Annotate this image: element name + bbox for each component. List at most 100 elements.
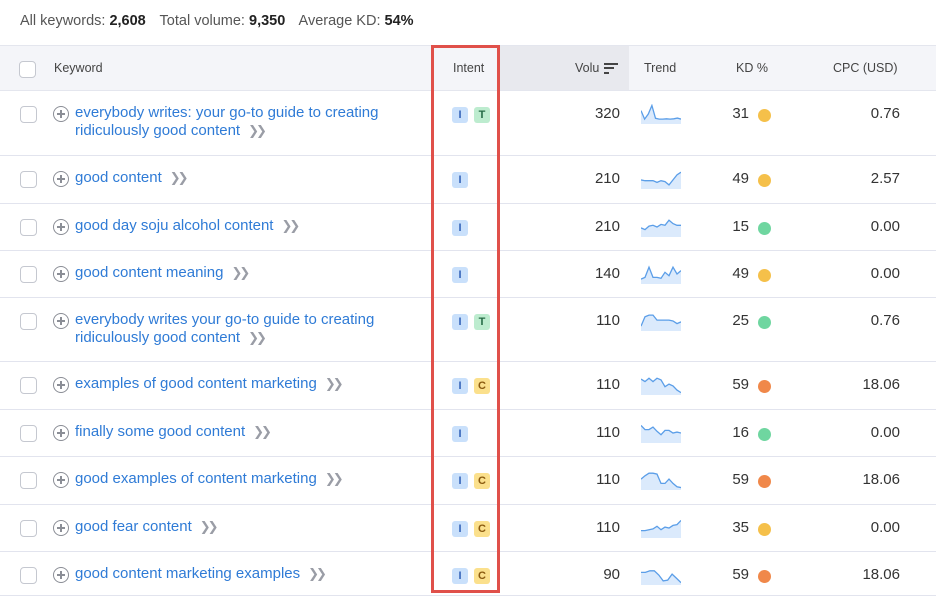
kd-difficulty-dot-icon xyxy=(758,316,771,329)
intent-badge-i[interactable]: I xyxy=(452,267,468,283)
keyword-link[interactable]: good fear content xyxy=(75,518,192,535)
add-to-list-plus-icon[interactable] xyxy=(53,377,69,393)
total-volume-label: Total volume: xyxy=(159,13,245,29)
all-keywords-value: 2,608 xyxy=(109,13,146,29)
add-to-list-plus-icon[interactable] xyxy=(53,520,69,536)
intent-cell: IC xyxy=(452,521,490,537)
intent-badge-t[interactable]: T xyxy=(474,314,490,330)
volume-value: 110 xyxy=(596,471,620,488)
volume-value: 110 xyxy=(596,312,620,329)
table-row: good content marketing examples ❯❯ I C 90 59 1… xyxy=(0,552,936,596)
kd-value: 59 xyxy=(732,566,749,583)
intent-badge-c[interactable]: C xyxy=(474,473,490,489)
volume-value: 90 xyxy=(603,566,620,583)
row-checkbox[interactable] xyxy=(20,313,37,330)
intent-badge-i[interactable]: I xyxy=(452,426,468,442)
kd-value: 16 xyxy=(732,424,749,441)
intent-badge-c[interactable]: C xyxy=(474,568,490,584)
kd-value: 25 xyxy=(732,312,749,329)
keyword-link[interactable]: good examples of content marketing xyxy=(75,470,317,487)
keyword-cell: good content ❯❯ xyxy=(53,169,418,187)
add-to-list-plus-icon[interactable] xyxy=(53,266,69,282)
add-to-list-plus-icon[interactable] xyxy=(53,472,69,488)
column-header-intent[interactable]: Intent xyxy=(453,46,484,90)
keyword-overview-chevrons-icon[interactable]: ❯❯ xyxy=(231,265,250,280)
kd-difficulty-dot-icon xyxy=(758,109,771,122)
cpc-value: 2.57 xyxy=(870,170,900,187)
intent-badge-i[interactable]: I xyxy=(452,107,468,123)
row-checkbox[interactable] xyxy=(20,266,37,283)
keyword-overview-chevrons-icon[interactable]: ❯❯ xyxy=(170,170,189,185)
keyword-link[interactable]: everybody writes your go-to guide to cre… xyxy=(75,311,374,346)
volume-value: 110 xyxy=(596,424,620,441)
intent-badge-c[interactable]: C xyxy=(474,378,490,394)
keyword-link[interactable]: good content marketing examples xyxy=(75,565,300,582)
intent-badge-i[interactable]: I xyxy=(452,378,468,394)
kd-difficulty-dot-icon xyxy=(758,523,771,536)
keyword-link[interactable]: examples of good content marketing xyxy=(75,375,317,392)
keyword-cell: examples of good content marketing ❯❯ xyxy=(53,375,418,393)
cpc-value: 18.06 xyxy=(862,471,900,488)
cpc-value: 0.76 xyxy=(870,105,900,122)
row-checkbox[interactable] xyxy=(20,425,37,442)
trend-sparkline xyxy=(641,219,681,237)
keyword-link[interactable]: good content meaning xyxy=(75,264,223,281)
keyword-overview-chevrons-icon[interactable]: ❯❯ xyxy=(200,519,219,534)
intent-badge-i[interactable]: I xyxy=(452,568,468,584)
intent-badge-i[interactable]: I xyxy=(452,220,468,236)
volume-value: 210 xyxy=(594,170,620,187)
keyword-overview-chevrons-icon[interactable]: ❯❯ xyxy=(248,123,267,138)
add-to-list-plus-icon[interactable] xyxy=(53,219,69,235)
keyword-link[interactable]: everybody writes: your go-to guide to cr… xyxy=(75,104,379,139)
cpc-value: 0.00 xyxy=(870,218,900,235)
keyword-link[interactable]: good content xyxy=(75,169,162,186)
column-header-volume[interactable]: Volu xyxy=(575,46,619,90)
select-all-checkbox[interactable] xyxy=(19,61,36,78)
kd-value: 49 xyxy=(732,265,749,282)
row-checkbox[interactable] xyxy=(20,219,37,236)
row-checkbox[interactable] xyxy=(20,377,37,394)
row-checkbox[interactable] xyxy=(20,567,37,584)
intent-badge-i[interactable]: I xyxy=(452,172,468,188)
keyword-overview-chevrons-icon[interactable]: ❯❯ xyxy=(325,471,344,486)
intent-badge-c[interactable]: C xyxy=(474,521,490,537)
keyword-cell: good content marketing examples ❯❯ xyxy=(53,565,418,583)
row-checkbox[interactable] xyxy=(20,472,37,489)
keyword-overview-chevrons-icon[interactable]: ❯❯ xyxy=(248,330,267,345)
keyword-link[interactable]: finally some good content xyxy=(75,423,245,440)
column-header-kd[interactable]: KD % xyxy=(736,46,768,90)
intent-badge-i[interactable]: I xyxy=(452,473,468,489)
add-to-list-plus-icon[interactable] xyxy=(53,171,69,187)
intent-badge-i[interactable]: I xyxy=(452,314,468,330)
add-to-list-plus-icon[interactable] xyxy=(53,106,69,122)
add-to-list-plus-icon[interactable] xyxy=(53,425,69,441)
add-to-list-plus-icon[interactable] xyxy=(53,313,69,329)
volume-value: 140 xyxy=(594,265,620,282)
intent-cell: I xyxy=(452,172,468,188)
kd-value: 15 xyxy=(732,218,749,235)
cpc-value: 18.06 xyxy=(862,376,900,393)
sort-descending-icon[interactable] xyxy=(604,62,619,74)
volume-value: 110 xyxy=(596,519,620,536)
keywords-table: Keyword Intent Volu Trend KD % CPC (USD)… xyxy=(0,45,936,596)
intent-badge-i[interactable]: I xyxy=(452,521,468,537)
cpc-value: 0.76 xyxy=(870,312,900,329)
column-header-cpc[interactable]: CPC (USD) xyxy=(833,46,898,90)
row-checkbox[interactable] xyxy=(20,520,37,537)
keyword-overview-chevrons-icon[interactable]: ❯❯ xyxy=(325,376,344,391)
all-keywords-label: All keywords: xyxy=(20,13,106,29)
kd-difficulty-dot-icon xyxy=(758,380,771,393)
keyword-link[interactable]: good day soju alcohol content xyxy=(75,217,273,234)
column-header-keyword[interactable]: Keyword xyxy=(54,46,103,90)
add-to-list-plus-icon[interactable] xyxy=(53,567,69,583)
row-checkbox[interactable] xyxy=(20,171,37,188)
intent-badge-t[interactable]: T xyxy=(474,107,490,123)
trend-sparkline xyxy=(641,519,681,538)
column-header-trend[interactable]: Trend xyxy=(644,46,676,90)
row-checkbox[interactable] xyxy=(20,106,37,123)
keyword-overview-chevrons-icon[interactable]: ❯❯ xyxy=(253,424,272,439)
keyword-overview-chevrons-icon[interactable]: ❯❯ xyxy=(281,218,300,233)
intent-cell: I xyxy=(452,220,468,236)
keyword-overview-chevrons-icon[interactable]: ❯❯ xyxy=(308,566,327,581)
kd-difficulty-dot-icon xyxy=(758,475,771,488)
